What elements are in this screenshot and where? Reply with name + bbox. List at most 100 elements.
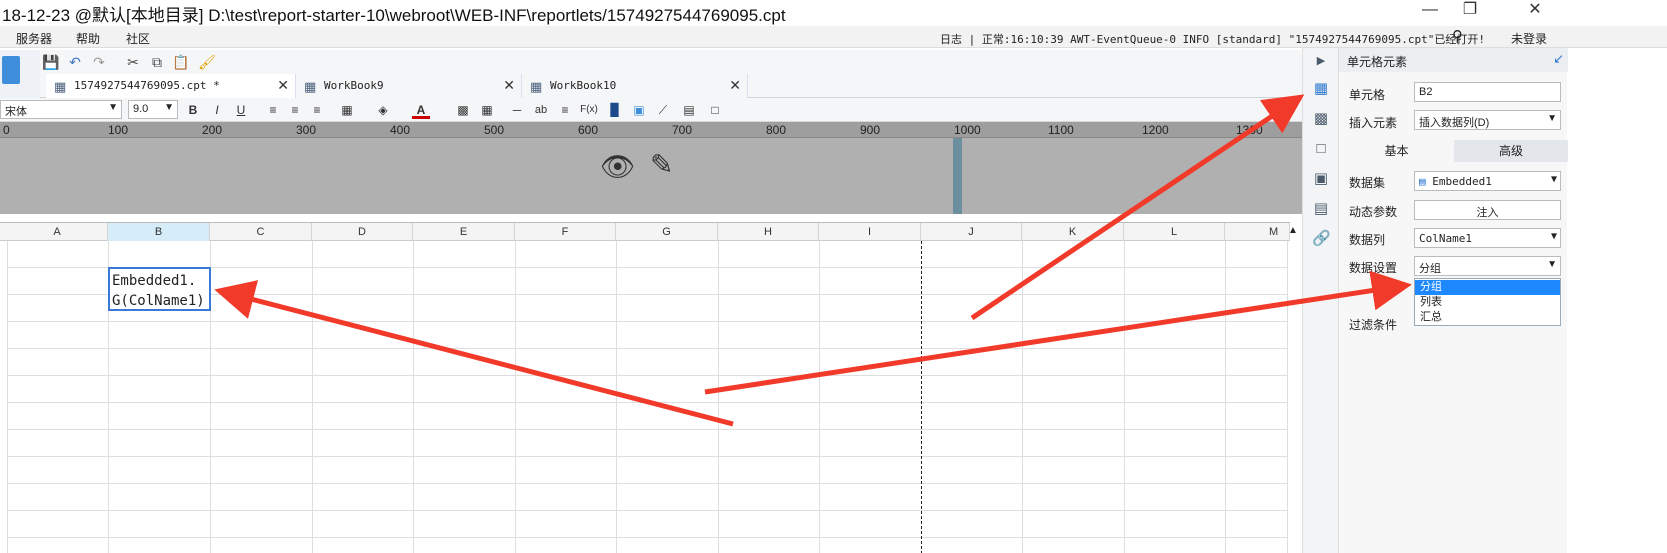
dropdown-option-summary[interactable]: 汇总	[1415, 310, 1560, 325]
search-icon[interactable]: ⚲	[1452, 27, 1463, 45]
designer-logo-icon[interactable]	[2, 56, 20, 84]
widget-icon[interactable]: ▣	[1312, 170, 1330, 188]
inject-button[interactable]: 注入	[1414, 200, 1561, 220]
spreadsheet-grid[interactable]: A B C D E F G H I J K L M Embedded1. G(C…	[0, 222, 1298, 553]
formula-icon[interactable]: F(x)	[580, 101, 598, 119]
tab-basic[interactable]: 基本	[1339, 140, 1454, 162]
subreport-icon[interactable]: ▤	[680, 101, 698, 119]
column-header[interactable]: K	[1022, 223, 1124, 241]
edit-pencil-icon[interactable]: ✎	[650, 148, 673, 181]
align-left-icon[interactable]: ≡	[264, 101, 282, 119]
menu-community[interactable]: 社区	[126, 30, 150, 47]
insert-richtext-icon[interactable]: ≡	[556, 101, 574, 119]
align-right-icon[interactable]: ≡	[308, 101, 326, 119]
font-size-select[interactable]: 9.0 ▼	[128, 100, 178, 119]
chevron-down-icon: ▼	[1547, 259, 1557, 270]
cut-icon[interactable]: ✂	[124, 53, 142, 71]
bold-icon[interactable]: B	[184, 101, 202, 119]
align-center-icon[interactable]: ≡	[286, 101, 304, 119]
insert-line-icon[interactable]: ─	[508, 101, 526, 119]
italic-icon[interactable]: I	[208, 101, 226, 119]
underline-icon[interactable]: U	[232, 101, 250, 119]
column-header[interactable]: E	[413, 223, 515, 241]
tab-label: 1574927544769095.cpt *	[74, 79, 220, 92]
ruler-mark: 300	[296, 123, 317, 137]
insert-text-icon[interactable]: ab	[532, 101, 550, 119]
grid-vertical-line	[1287, 241, 1288, 553]
font-color-icon[interactable]: A	[412, 101, 430, 119]
menu-server[interactable]: 服务器	[16, 30, 52, 47]
close-icon[interactable]: ✕	[503, 77, 515, 94]
data-setting-select[interactable]: 分组 ▼	[1414, 256, 1561, 276]
column-header[interactable]: I	[819, 223, 921, 241]
tab-workbook9[interactable]: ▦ WorkBook9 ✕	[296, 74, 522, 98]
panel-title: 单元格元素	[1347, 55, 1408, 69]
dataset-select[interactable]: ▤ Embedded1 ▼	[1414, 171, 1561, 191]
ruler-mark: 0	[3, 123, 10, 137]
chevron-down-icon: ▼	[1550, 174, 1557, 185]
unmerge-cells-icon[interactable]: ▦	[478, 101, 496, 119]
fill-color-icon[interactable]: ◈	[374, 101, 392, 119]
login-link[interactable]: 未登录	[1511, 30, 1547, 47]
selected-cell-b2[interactable]: Embedded1. G(ColName1)	[108, 267, 211, 311]
grid-horizontal-line	[7, 456, 1287, 457]
more-icon[interactable]: □	[706, 101, 724, 119]
dropdown-option-list[interactable]: 列表	[1415, 295, 1560, 310]
redo-icon[interactable]: ↷	[90, 53, 108, 71]
column-header[interactable]: J	[921, 223, 1022, 241]
font-name-value: 宋体	[5, 106, 27, 118]
tab-workbook10[interactable]: ▦ WorkBook10 ✕	[522, 74, 748, 98]
menu-help[interactable]: 帮助	[76, 30, 100, 47]
column-header[interactable]: L	[1124, 223, 1225, 241]
column-header[interactable]: D	[312, 223, 413, 241]
restore-button[interactable]: ❐	[1445, 0, 1495, 22]
expand-panel-icon[interactable]: ▶	[1312, 52, 1330, 70]
scroll-up-icon[interactable]: ▲	[1288, 225, 1298, 236]
data-column-select[interactable]: ColName1 ▼	[1414, 228, 1561, 248]
grid-vertical-line	[312, 241, 313, 553]
undo-icon[interactable]: ↶	[66, 53, 84, 71]
tab-advanced[interactable]: 高级	[1454, 140, 1568, 162]
chevron-down-icon: ▼	[164, 102, 174, 113]
cell-field[interactable]: B2	[1414, 82, 1561, 102]
border-icon[interactable]: ▦	[338, 101, 356, 119]
close-button[interactable]: ✕	[1510, 0, 1560, 22]
close-icon[interactable]: ✕	[277, 77, 289, 94]
format-painter-icon[interactable]: 🖌	[198, 53, 216, 71]
cell-element-icon[interactable]: ▦	[1312, 80, 1330, 98]
copy-icon[interactable]: ⧉	[148, 53, 166, 71]
slash-icon[interactable]: ⟋	[654, 101, 672, 119]
page-break-line	[921, 241, 922, 553]
condition-icon[interactable]: ▤	[1312, 200, 1330, 218]
column-header[interactable]: M	[1225, 223, 1290, 241]
ruler-mark: 900	[860, 123, 881, 137]
image-icon[interactable]: ▣	[630, 101, 648, 119]
column-header[interactable]: C	[210, 223, 312, 241]
column-header[interactable]: B	[108, 223, 210, 241]
tab-report[interactable]: ▦ 1574927544769095.cpt * ✕	[46, 74, 296, 98]
column-header[interactable]: G	[616, 223, 718, 241]
cell-attribute-icon[interactable]: ▩	[1312, 110, 1330, 128]
hyperlink-icon[interactable]: 🔗	[1312, 230, 1331, 248]
font-name-select[interactable]: 宋体 ▼	[0, 100, 122, 119]
eye-off-icon[interactable]: 👁	[600, 150, 636, 183]
cell-label: 单元格	[1349, 88, 1386, 102]
close-icon[interactable]: ✕	[729, 77, 741, 94]
merge-cells-icon[interactable]: ▩	[454, 101, 472, 119]
save-icon[interactable]: 💾	[42, 53, 60, 71]
grid-icon: ▦	[530, 79, 543, 94]
grid-vertical-line	[1124, 241, 1125, 553]
pin-icon[interactable]: ↙	[1553, 51, 1564, 67]
chart-icon[interactable]: ▉	[606, 101, 624, 119]
tab-label: WorkBook10	[550, 79, 617, 92]
insert-element-select[interactable]: 插入数据列(D) ▼	[1414, 110, 1561, 130]
paste-icon[interactable]: 📋	[172, 53, 190, 71]
column-header[interactable]: H	[718, 223, 819, 241]
column-header[interactable]: F	[515, 223, 616, 241]
data-column-label: 数据列	[1349, 233, 1386, 247]
column-header[interactable]: A	[7, 223, 108, 241]
dropdown-option-group[interactable]: 分组	[1415, 280, 1560, 295]
report-header-band: 👁 ✎	[0, 138, 1302, 214]
grid-vertical-line	[718, 241, 719, 553]
float-element-icon[interactable]: □	[1312, 140, 1330, 158]
